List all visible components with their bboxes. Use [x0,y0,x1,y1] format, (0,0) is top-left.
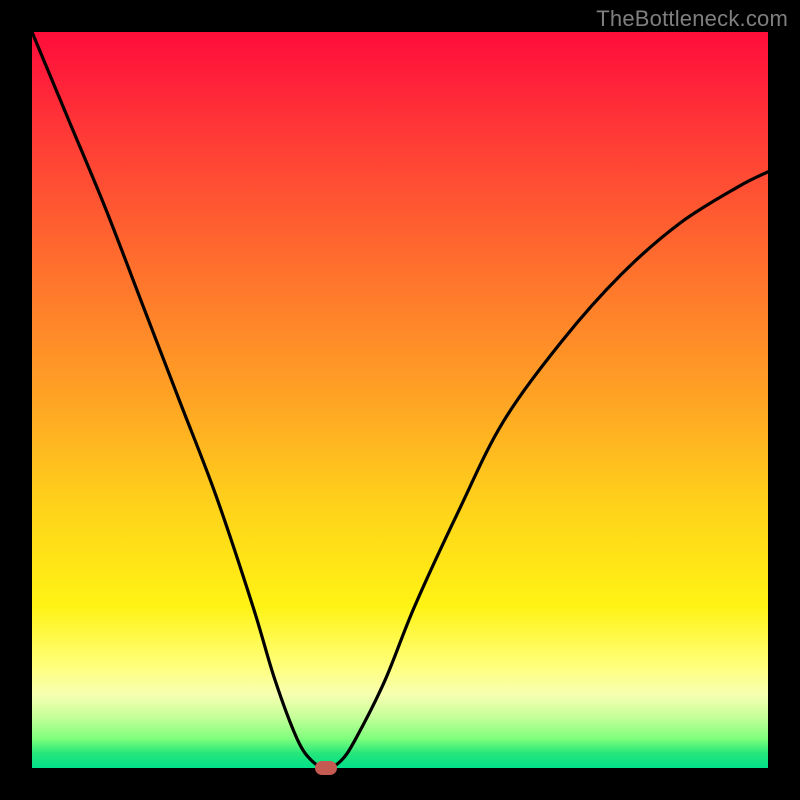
curve-svg [32,32,768,768]
chart-frame: TheBottleneck.com [0,0,800,800]
plot-area [32,32,768,768]
bottleneck-curve-path [32,32,768,768]
minimum-marker [315,761,337,775]
watermark-text: TheBottleneck.com [596,6,788,32]
